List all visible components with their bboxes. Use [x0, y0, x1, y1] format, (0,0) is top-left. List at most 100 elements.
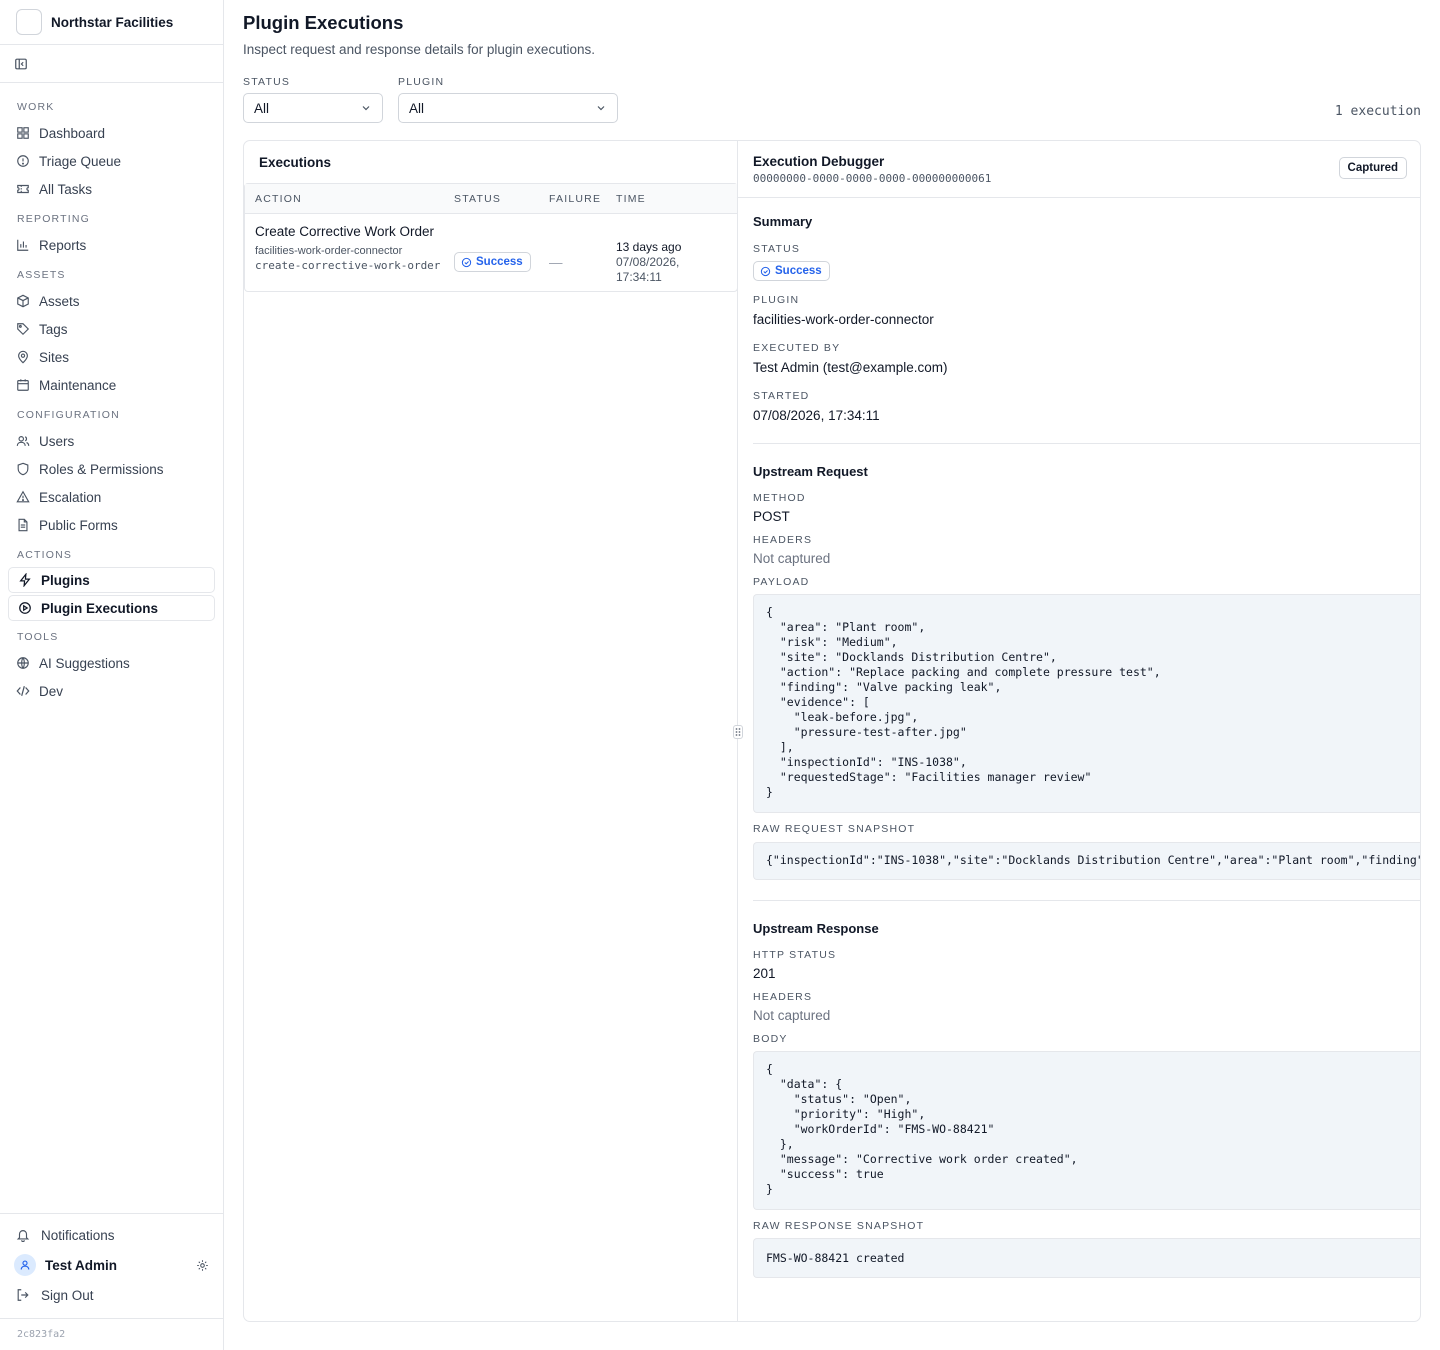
table-row[interactable]: Create Corrective Work Order facilities-… [245, 214, 737, 291]
nav-section-actions: ACTIONS [17, 549, 73, 561]
request-payload[interactable]: { "area": "Plant room", "risk": "Medium"… [753, 594, 1420, 813]
column-header-failure[interactable]: FAILURE [542, 193, 609, 205]
user-icon [20, 1260, 30, 1270]
summary-plugin-label: PLUGIN [753, 294, 800, 306]
sidebar-item-label: Dashboard [39, 125, 106, 141]
plugin-filter-label: PLUGIN [398, 76, 445, 88]
app-version: 2c823fa2 [0, 1318, 223, 1350]
ticket-icon [17, 184, 29, 194]
row-time-relative: 13 days ago [616, 240, 682, 254]
alert-circle-icon [17, 155, 29, 167]
sidebar-item-label: Roles & Permissions [39, 461, 164, 477]
sidebar-item-label: All Tasks [39, 181, 93, 197]
sidebar-item-dashboard[interactable]: Dashboard [0, 119, 223, 147]
request-payload-label: PAYLOAD [753, 576, 810, 588]
sidebar-item-label: Escalation [39, 489, 102, 505]
page-title: Plugin Executions [243, 12, 404, 33]
sidebar-item-label: Maintenance [39, 377, 117, 393]
sidebar-item-ai-suggestions[interactable]: AI Suggestions [0, 649, 223, 677]
sidebar-item-users[interactable]: Users [0, 427, 223, 455]
response-http-label: HTTP STATUS [753, 949, 837, 961]
sidebar-collapse-button[interactable] [0, 45, 223, 83]
sidebar-item-escalation[interactable]: Escalation [0, 483, 223, 511]
notifications-button[interactable]: Notifications [0, 1220, 223, 1250]
response-headers: Not captured [753, 1008, 831, 1023]
status-select-value: All [254, 100, 270, 116]
status-badge: Success [454, 252, 531, 272]
executions-panel: Executions ACTION STATUS FAILURE TIME Cr… [243, 140, 1421, 1322]
summary-started-label: STARTED [753, 390, 810, 402]
box-icon [17, 294, 29, 308]
sidebar-item-plugin-executions[interactable]: Plugin Executions [8, 595, 215, 621]
status-badge-label: Success [476, 256, 523, 268]
request-headers-label: HEADERS [753, 534, 813, 546]
nav-section-configuration: CONFIGURATION [17, 409, 120, 421]
sidebar-footer: Notifications Test Admin Sign Out 2c823f… [0, 1213, 223, 1350]
status-filter-label: STATUS [243, 76, 291, 88]
brand[interactable]: Northstar Facilities [0, 0, 223, 45]
response-body-label: BODY [753, 1033, 788, 1045]
column-header-time[interactable]: TIME [609, 193, 737, 205]
summary-plugin: facilities-work-order-connector [753, 312, 934, 327]
gear-icon[interactable] [196, 1259, 209, 1272]
status-filter: STATUS All [243, 76, 383, 123]
plugin-select[interactable]: All [398, 93, 618, 123]
sidebar-item-label: Tags [39, 321, 68, 337]
raw-response-label: RAW RESPONSE SNAPSHOT [753, 1220, 925, 1232]
calendar-icon [17, 379, 29, 391]
log-out-icon [17, 1289, 29, 1301]
code-icon [16, 686, 30, 696]
sidebar-item-maintenance[interactable]: Maintenance [0, 371, 223, 399]
play-circle-icon [19, 602, 31, 614]
sidebar-item-label: Plugin Executions [41, 600, 159, 616]
raw-request-label: RAW REQUEST SNAPSHOT [753, 823, 916, 835]
response-body[interactable]: { "data": { "status": "Open", "priority"… [753, 1051, 1420, 1210]
summary-title: Summary [753, 214, 813, 229]
user-menu[interactable]: Test Admin [0, 1250, 223, 1280]
plugin-select-value: All [409, 100, 425, 116]
sidebar-item-label: Users [39, 433, 75, 449]
sidebar-item-roles-permissions[interactable]: Roles & Permissions [0, 455, 223, 483]
plugin-filter: PLUGIN All [398, 76, 618, 123]
chevron-down-icon [597, 106, 605, 111]
sidebar-item-label: AI Suggestions [39, 655, 130, 671]
sidebar-item-label: Assets [39, 293, 80, 309]
sidebar-item-dev[interactable]: Dev [0, 677, 223, 705]
executions-list-pane: Executions ACTION STATUS FAILURE TIME Cr… [244, 141, 738, 1321]
bell-icon [16, 1230, 30, 1242]
nav-section-work: WORK [17, 101, 55, 113]
column-header-action[interactable]: ACTION [245, 193, 444, 205]
sidebar-toggle-icon [15, 58, 27, 69]
sidebar-item-label: Sites [39, 349, 70, 365]
summary-executed-by-label: EXECUTED BY [753, 342, 841, 354]
sidebar-item-label: Triage Queue [39, 153, 122, 169]
brand-logo [16, 9, 42, 35]
upstream-request-section: Upstream Request METHOD POST HEADERS Not… [738, 444, 1420, 880]
sign-out-button[interactable]: Sign Out [0, 1280, 223, 1310]
sidebar-item-triage-queue[interactable]: Triage Queue [0, 147, 223, 175]
row-status-cell: Success [444, 222, 542, 284]
debugger-header: Execution Debugger 00000000-0000-0000-00… [738, 141, 1420, 198]
sidebar-item-tags[interactable]: Tags [0, 315, 223, 343]
sidebar-item-assets[interactable]: Assets [0, 287, 223, 315]
sidebar-item-label: Reports [39, 237, 87, 253]
response-http-status: 201 [753, 966, 776, 981]
nav-section-reporting: REPORTING [17, 213, 91, 225]
sidebar-item-public-forms[interactable]: Public Forms [0, 511, 223, 539]
raw-request-snapshot[interactable]: {"inspectionId":"INS-1038","site":"Dockl… [753, 842, 1420, 880]
summary-started: 07/08/2026, 17:34:11 [753, 408, 880, 423]
debugger-title: Execution Debugger [753, 154, 885, 169]
status-select[interactable]: All [243, 93, 383, 123]
sidebar-item-reports[interactable]: Reports [0, 231, 223, 259]
users-icon [16, 436, 30, 446]
sidebar-item-sites[interactable]: Sites [0, 343, 223, 371]
notifications-label: Notifications [41, 1227, 115, 1243]
sidebar-item-all-tasks[interactable]: All Tasks [0, 175, 223, 203]
request-title: Upstream Request [753, 464, 868, 479]
raw-response-snapshot[interactable]: FMS-WO-88421 created [753, 1238, 1420, 1278]
column-header-status[interactable]: STATUS [444, 193, 542, 205]
sidebar-item-plugins[interactable]: Plugins [8, 567, 215, 593]
shield-icon [17, 462, 29, 476]
row-time-absolute: 07/08/2026, 17:34:11 [616, 255, 680, 284]
sidebar-item-label: Dev [39, 683, 64, 699]
